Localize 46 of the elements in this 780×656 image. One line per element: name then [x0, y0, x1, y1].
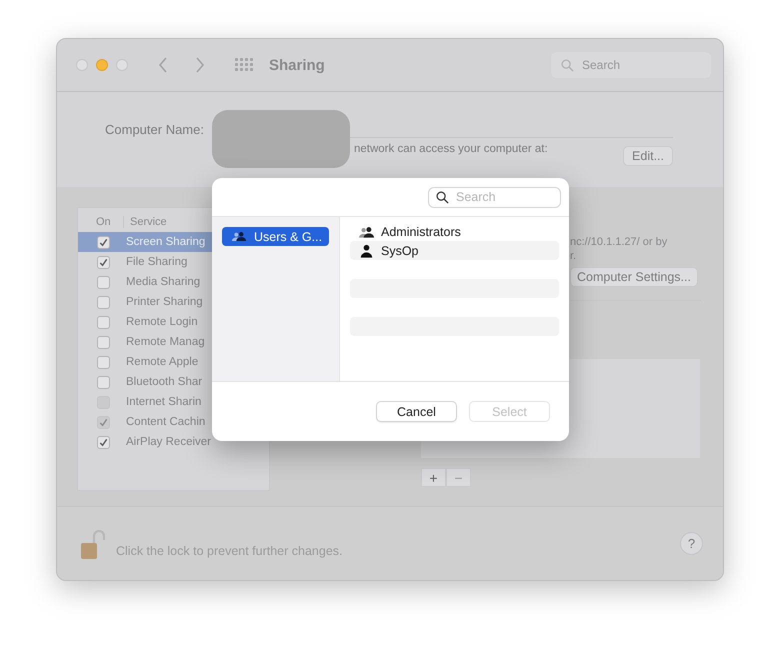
people-icon [231, 231, 247, 242]
service-row[interactable]: AirPlay Receiver [78, 432, 269, 452]
service-row[interactable]: Remote Apple [78, 352, 269, 372]
search-icon [561, 58, 574, 72]
checkbox[interactable] [97, 256, 110, 268]
column-header: On [78, 216, 124, 228]
grid-icon[interactable] [235, 58, 253, 72]
add-button[interactable]: + [421, 468, 446, 487]
search-field[interactable]: Search [428, 186, 561, 208]
service-row[interactable]: File Sharing [78, 252, 269, 272]
checkbox[interactable] [97, 436, 110, 448]
person-icon [358, 244, 375, 258]
close-button[interactable] [76, 59, 88, 71]
search-icon [436, 190, 449, 204]
back-icon[interactable] [158, 57, 168, 73]
checkbox[interactable] [97, 276, 110, 288]
field-label: Computer Name: [105, 122, 204, 139]
unlocked-padlock-icon[interactable] [80, 528, 106, 560]
window-title: Sharing [269, 56, 325, 74]
checkbox[interactable] [97, 356, 110, 368]
description-text: r. [570, 249, 578, 263]
list-item[interactable]: SysOp [381, 244, 419, 258]
checkbox[interactable] [97, 236, 110, 248]
computer-settings-button[interactable]: Computer Settings... [570, 267, 698, 287]
sidebar-item[interactable]: Users & G... [222, 227, 329, 246]
network-note: network can access your computer at: [354, 143, 548, 155]
list-item[interactable]: Administrators [381, 224, 461, 238]
service-row[interactable]: Printer Sharing [78, 292, 269, 312]
service-row[interactable]: Remote Login [78, 312, 269, 332]
dialog-button[interactable]: Cancel [376, 401, 457, 422]
search-field[interactable]: Search [551, 52, 711, 78]
minimize-button[interactable] [96, 59, 108, 71]
forward-icon[interactable] [195, 57, 205, 73]
checkbox[interactable] [97, 316, 110, 328]
edit-button[interactable]: Edit... [623, 146, 673, 166]
column-header: Service [129, 216, 167, 228]
zoom-button[interactable] [116, 59, 128, 71]
people-icon [358, 224, 375, 238]
help-button[interactable]: ? [680, 532, 703, 555]
service-row[interactable]: Bluetooth Shar [78, 372, 269, 392]
service-row[interactable]: Media Sharing [78, 272, 269, 292]
service-row[interactable]: Remote Manag [78, 332, 269, 352]
checkbox[interactable] [97, 296, 110, 308]
checkbox[interactable] [97, 336, 110, 348]
description-text: nc://10.1.1.27/ or by [570, 235, 668, 249]
checkbox[interactable] [97, 376, 110, 388]
